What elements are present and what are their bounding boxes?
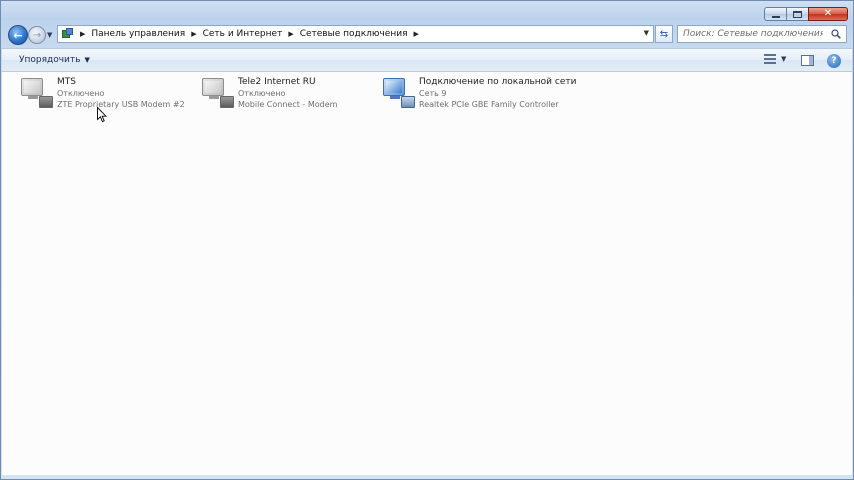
help-icon[interactable]: ? xyxy=(827,54,841,68)
connection-name: MTS xyxy=(57,77,76,87)
explorer-window: ✕ ← → ▼ ▶ Панель управления ▶ Сеть и Инт… xyxy=(0,0,854,480)
refresh-button[interactable]: ⇆ xyxy=(655,25,673,43)
recent-pages-dropdown[interactable]: ▼ xyxy=(47,31,52,39)
breadcrumb-network-connections[interactable]: Сетевые подключения xyxy=(300,29,408,39)
modem-connection-icon xyxy=(19,76,55,110)
connection-status: Отключено xyxy=(57,89,105,98)
forward-button[interactable]: → xyxy=(28,26,46,44)
connection-device: Mobile Connect - Modem xyxy=(238,100,338,109)
connection-device: ZTE Proprietary USB Modem #2 xyxy=(57,100,185,109)
breadcrumb-network-internet[interactable]: Сеть и Интернет xyxy=(203,29,283,39)
connection-item-local-area[interactable]: Подключение по локальной сети Сеть 9 Rea… xyxy=(381,76,576,110)
address-bar[interactable]: ▶ Панель управления ▶ Сеть и Интернет ▶ … xyxy=(57,25,654,43)
views-icon xyxy=(764,54,776,64)
back-arrow-icon: ← xyxy=(13,28,23,42)
search-box[interactable] xyxy=(677,25,847,43)
change-view-button[interactable]: ▼ xyxy=(764,54,786,64)
modem-connection-icon xyxy=(200,76,236,110)
maximize-button[interactable] xyxy=(786,7,808,21)
preview-pane-icon[interactable] xyxy=(801,55,814,66)
connection-item-tele2[interactable]: Tele2 Internet RU Отключено Mobile Conne… xyxy=(200,76,337,110)
breadcrumb-separator-icon[interactable]: ▶ xyxy=(191,30,196,38)
connections-list: MTS Отключено ZTE Proprietary USB Modem … xyxy=(2,72,852,475)
connection-item-mts[interactable]: MTS Отключено ZTE Proprietary USB Modem … xyxy=(19,76,185,110)
minimize-icon xyxy=(771,15,780,18)
refresh-icon: ⇆ xyxy=(659,28,669,40)
breadcrumb-separator-icon[interactable]: ▶ xyxy=(288,30,293,38)
chevron-down-icon: ▼ xyxy=(84,56,90,64)
breadcrumb-separator-icon[interactable]: ▶ xyxy=(414,30,419,38)
breadcrumb-separator-icon[interactable]: ▶ xyxy=(80,30,85,38)
address-dropdown-icon[interactable]: ▼ xyxy=(644,29,649,37)
command-bar: Упорядочить ▼ ▼ ? xyxy=(2,48,852,72)
organize-label: Упорядочить xyxy=(19,55,81,65)
connection-name: Подключение по локальной сети xyxy=(419,77,577,87)
minimize-button[interactable] xyxy=(764,7,786,21)
forward-arrow-icon: → xyxy=(32,29,42,41)
search-icon[interactable] xyxy=(831,29,841,39)
mouse-cursor-icon xyxy=(97,107,107,123)
maximize-icon xyxy=(793,10,802,18)
chevron-down-icon[interactable]: ▼ xyxy=(781,55,786,63)
organize-button[interactable]: Упорядочить ▼ xyxy=(19,55,90,65)
search-input[interactable] xyxy=(683,29,823,39)
connection-status: Сеть 9 xyxy=(419,89,447,98)
connection-device: Realtek PCIe GBE Family Controller xyxy=(419,100,559,109)
close-icon: ✕ xyxy=(823,8,833,19)
lan-connection-icon xyxy=(381,76,417,110)
breadcrumb-control-panel[interactable]: Панель управления xyxy=(91,29,185,39)
control-panel-icon xyxy=(62,28,74,40)
close-button[interactable]: ✕ xyxy=(808,7,848,21)
back-button[interactable]: ← xyxy=(8,25,28,45)
connection-status: Отключено xyxy=(238,89,286,98)
connection-name: Tele2 Internet RU xyxy=(238,77,316,87)
caption-buttons: ✕ xyxy=(764,7,848,21)
